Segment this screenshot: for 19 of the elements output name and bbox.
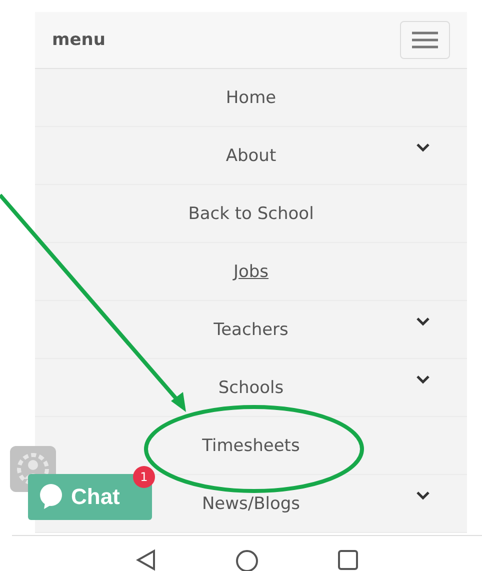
chevron-down-icon[interactable] [416,491,430,500]
back-icon[interactable] [135,549,157,571]
menu-toggle-button[interactable] [400,21,450,59]
menu-link[interactable]: Home [226,88,276,108]
chevron-down-icon[interactable] [416,143,430,152]
recent-apps-icon[interactable] [337,549,359,571]
menu-link[interactable]: Teachers [214,320,288,340]
chevron-down-icon[interactable] [416,375,430,384]
home-icon[interactable] [235,549,259,571]
menu-link[interactable]: News/Blogs [202,494,300,514]
menu-icon [412,31,438,49]
menu-link[interactable]: About [226,146,276,166]
menu-title: menu [52,30,106,50]
menu-link[interactable]: Jobs [233,262,269,282]
menu-link[interactable]: Back to School [188,204,314,224]
speech-bubble-icon [39,484,63,510]
chevron-down-icon[interactable] [416,317,430,326]
menu-link[interactable]: Schools [218,378,284,398]
menu-link[interactable]: Timesheets [202,436,300,456]
